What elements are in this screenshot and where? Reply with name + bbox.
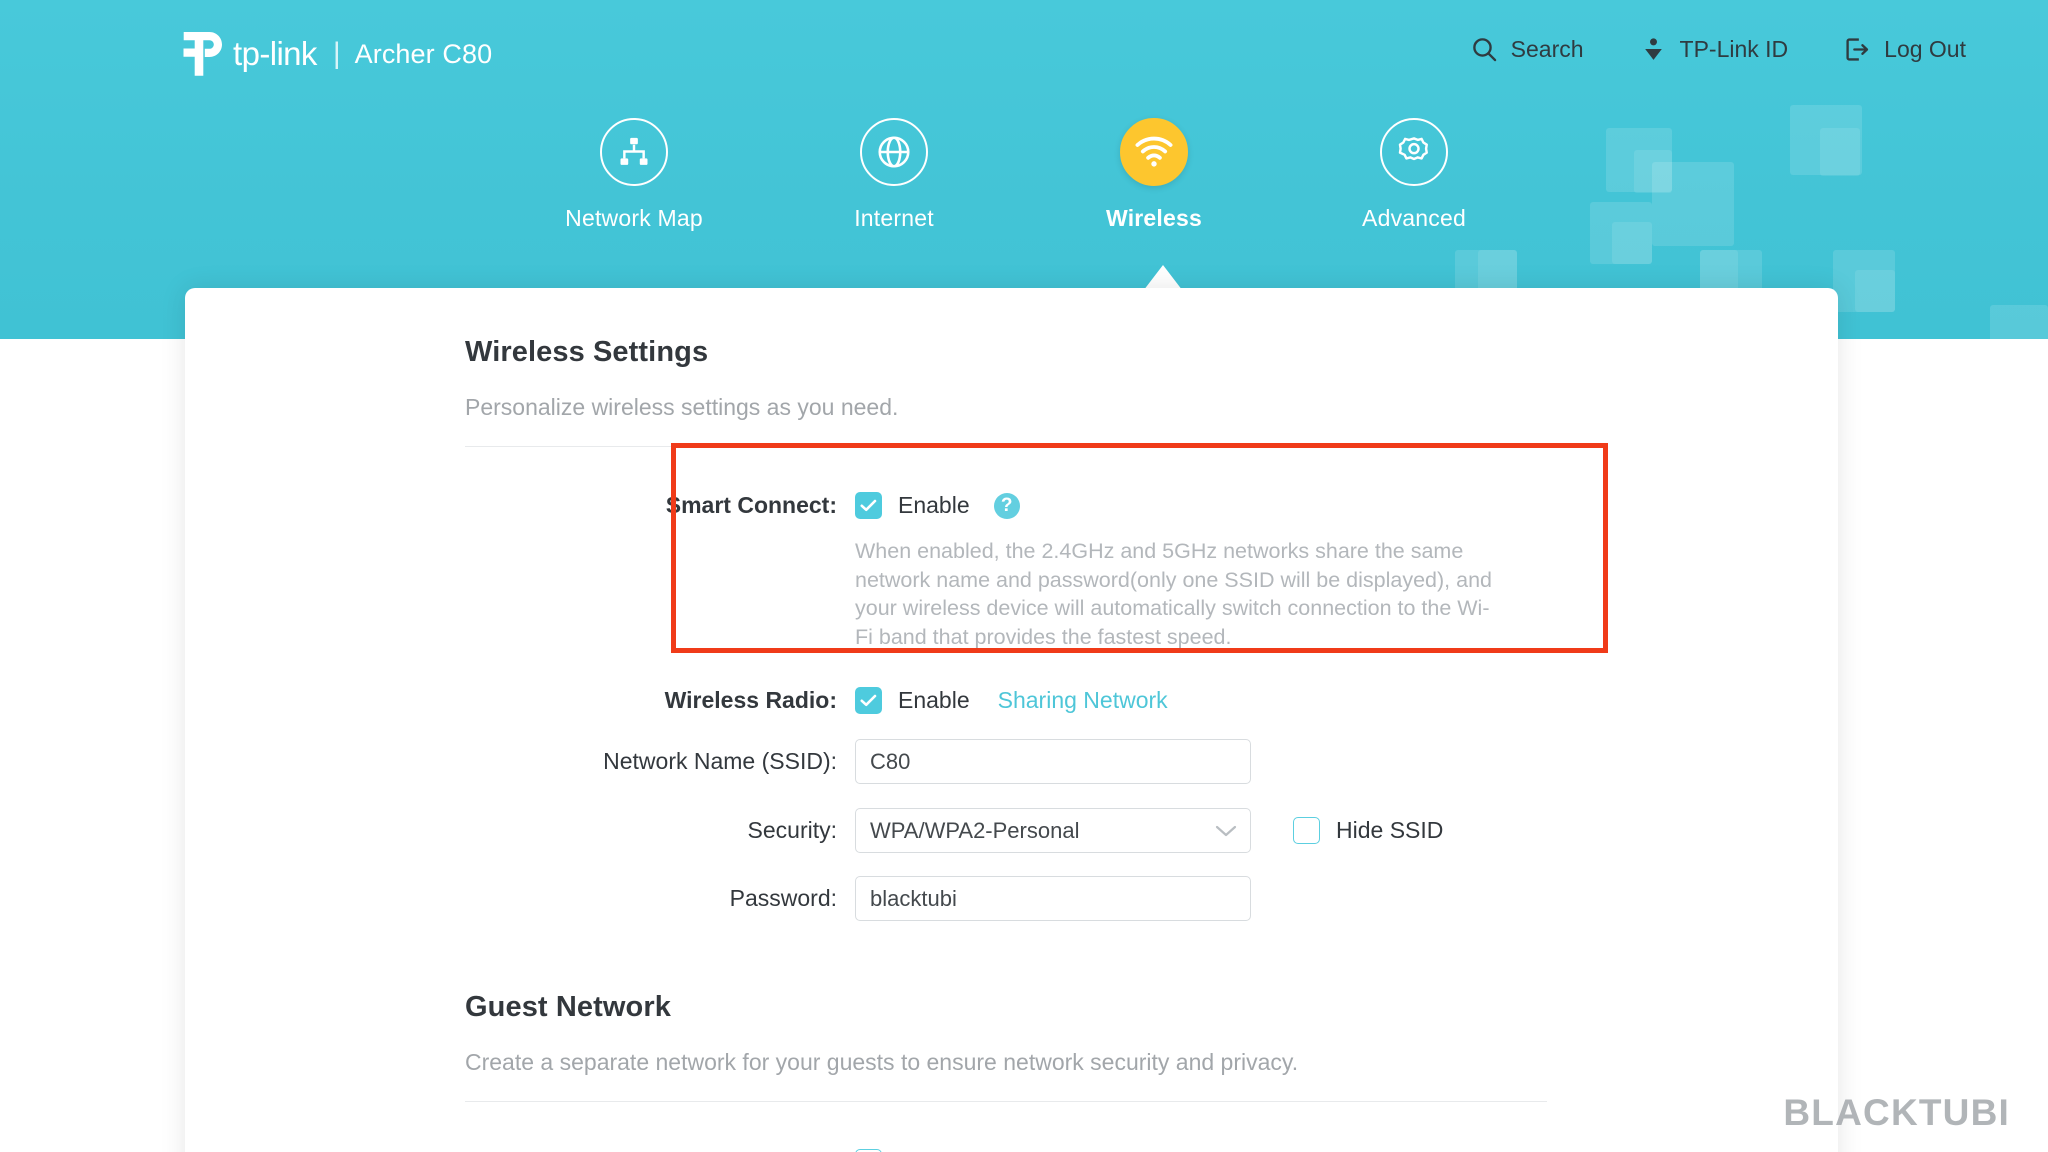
checkmark-icon: [860, 499, 877, 512]
top-navigation: Search TP-Link ID Log Out: [1471, 36, 1966, 63]
guest-section-divider: [465, 1101, 1547, 1103]
wireless-radio-sharing-network-link[interactable]: Sharing Network: [998, 687, 1168, 714]
page-subtitle: Personalize wireless settings as you nee…: [465, 394, 899, 420]
network-map-icon: [620, 137, 648, 165]
deco-square: [1990, 305, 2048, 339]
tab-label: Network Map: [565, 205, 703, 231]
wifi-icon: [1135, 136, 1173, 167]
tab-advanced[interactable]: Advanced: [1284, 118, 1544, 232]
password-row: Password:: [465, 876, 1760, 922]
wireless-radio-label: Wireless Radio:: [664, 687, 837, 714]
brand-separator: |: [332, 37, 341, 70]
search-icon: [1472, 38, 1496, 62]
smart-connect-label: Smart Connect:: [665, 492, 837, 518]
tplink-id-label: TP-Link ID: [1679, 36, 1789, 62]
tab-icon-circle: [600, 118, 668, 186]
smart-connect-row: Smart Connect: Enable ?: [465, 492, 1760, 519]
tab-label: Wireless: [1105, 205, 1202, 231]
tplink-id-button[interactable]: TP-Link ID: [1640, 36, 1789, 63]
section-divider: [465, 446, 1547, 447]
guest-network-title: Guest Network: [465, 991, 671, 1024]
tab-icon-circle: [1120, 118, 1188, 186]
checkmark-icon: [860, 695, 877, 707]
content-card: Wireless Settings Personalize wireless s…: [185, 288, 1838, 1152]
smart-connect-help-icon[interactable]: ?: [993, 492, 1020, 519]
watermark: BLACKTUBI: [1783, 1092, 2010, 1133]
password-label: Password:: [729, 885, 837, 912]
security-select-value[interactable]: [855, 808, 1251, 854]
ssid-label: Network Name (SSID):: [603, 748, 837, 775]
hide-ssid-group: Hide SSID: [1293, 817, 1444, 845]
brand-name: tp-link: [233, 35, 317, 72]
brand: tp-link | Archer C80: [182, 28, 492, 80]
logout-label: Log Out: [1884, 36, 1966, 62]
search-label: Search: [1510, 36, 1584, 62]
guest-network-subtitle: Create a separate network for your guest…: [465, 1049, 1299, 1076]
tab-network-map[interactable]: Network Map: [504, 118, 764, 232]
tp-link-logo-icon: [183, 32, 222, 76]
search-button[interactable]: Search: [1471, 36, 1584, 63]
tab-icon-circle: [860, 118, 928, 186]
security-select[interactable]: [855, 808, 1251, 854]
tab-label: Internet: [854, 205, 934, 231]
tab-label: Advanced: [1362, 205, 1466, 231]
security-row: Security: Hide SSID: [465, 808, 1760, 854]
ssid-row: Network Name (SSID):: [465, 739, 1760, 785]
brand-model: Archer C80: [354, 38, 493, 69]
deco-square: [1855, 270, 1895, 312]
tab-internet[interactable]: Internet: [764, 118, 1024, 232]
main-tabs: Network Map Internet Wireless Advanced: [0, 118, 2048, 232]
deco-square: [1700, 250, 1738, 292]
smart-connect-description: When enabled, the 2.4GHz and 5GHz networ…: [855, 539, 1492, 649]
password-input[interactable]: [855, 876, 1251, 922]
security-label: Security:: [747, 817, 837, 844]
wireless-radio-row: Wireless Radio: Enable Sharing Network: [465, 687, 1760, 715]
tab-wireless[interactable]: Wireless: [1024, 118, 1284, 232]
globe-icon: [878, 136, 910, 168]
logout-button[interactable]: Log Out: [1844, 36, 1966, 63]
tplink-id-icon: [1644, 38, 1662, 60]
logout-icon: [1846, 38, 1869, 61]
smart-connect-checkbox[interactable]: [855, 492, 882, 519]
hide-ssid-checkbox[interactable]: [1293, 817, 1320, 845]
wireless-radio-enable-label: Enable: [898, 687, 970, 714]
router-admin-page: tp-link | Archer C80 Search TP-Link ID L…: [0, 0, 2048, 1152]
hide-ssid-label: Hide SSID: [1336, 817, 1444, 844]
smart-connect-enable-label: Enable: [898, 492, 970, 518]
tab-icon-circle: [1380, 118, 1448, 186]
smart-connect-hint-row: When enabled, the 2.4GHz and 5GHz networ…: [465, 537, 1760, 651]
page-title: Wireless Settings: [465, 336, 709, 368]
gear-icon: [1398, 137, 1428, 161]
top-bar: tp-link | Archer C80 Search TP-Link ID L…: [0, 0, 2048, 104]
wireless-radio-checkbox[interactable]: [855, 687, 882, 715]
ssid-input[interactable]: [855, 739, 1251, 785]
